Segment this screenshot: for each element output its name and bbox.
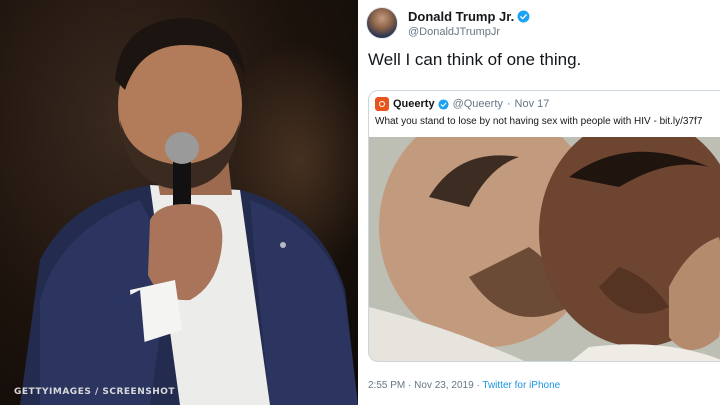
quoted-date[interactable]: Nov 17 [515, 98, 550, 110]
tweet-meta-separator: · [408, 380, 412, 391]
avatar[interactable] [366, 7, 398, 39]
tweet-author[interactable]: Donald Trump Jr. @DonaldJTrumpJr [366, 6, 530, 40]
verified-badge-icon [517, 10, 530, 22]
tweet-source-link[interactable]: Twitter for iPhone [482, 380, 560, 391]
tweet-meta-separator: · [476, 380, 480, 391]
author-display-name[interactable]: Donald Trump Jr. [408, 9, 514, 24]
speaker-illustration [20, 18, 358, 405]
kissing-couple-illustration [369, 137, 720, 361]
quoted-tweet[interactable]: Queerty @Queerty · Nov 17 What you stand… [368, 90, 720, 362]
speaker-photo: GETTYIMAGES / SCREENSHOT [0, 0, 358, 405]
tweet-time[interactable]: 2:55 PM [368, 380, 405, 391]
verified-badge-icon [438, 98, 449, 110]
quoted-tweet-header: Queerty @Queerty · Nov 17 [375, 97, 549, 111]
queerty-logo-icon [375, 97, 389, 111]
quoted-display-name[interactable]: Queerty [393, 98, 435, 110]
quoted-handle[interactable]: @Queerty [453, 98, 503, 110]
author-handle[interactable]: @DonaldJTrumpJr [408, 26, 530, 38]
quoted-tweet-image[interactable] [369, 137, 720, 361]
quoted-separator: · [506, 98, 511, 110]
tweet-text: Well I can think of one thing. [368, 50, 582, 69]
tweet-card: Donald Trump Jr. @DonaldJTrumpJr Well I … [362, 0, 720, 405]
tweet-meta: 2:55 PM · Nov 23, 2019 · Twitter for iPh… [368, 380, 560, 391]
quoted-tweet-text: What you stand to lose by not having sex… [375, 116, 703, 127]
photo-credit: GETTYIMAGES / SCREENSHOT [14, 387, 176, 397]
tweet-date[interactable]: Nov 23, 2019 [414, 380, 474, 391]
